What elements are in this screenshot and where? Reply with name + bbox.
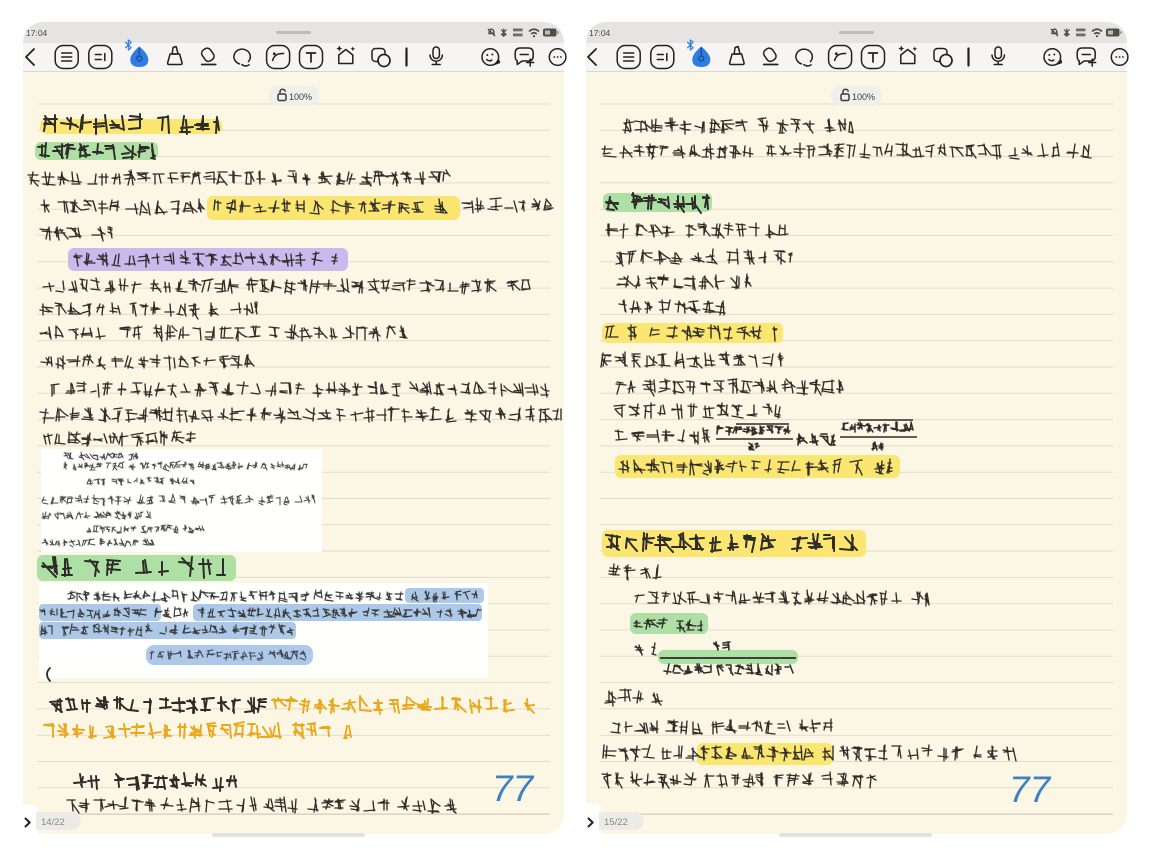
svg-text:77: 77 [492,768,535,809]
svg-text:100%: 100% [852,92,875,102]
svg-text:15/22: 15/22 [604,817,628,828]
svg-text:17:04: 17:04 [26,28,48,38]
svg-text:17:04: 17:04 [589,28,611,38]
svg-text:14/22: 14/22 [41,817,65,828]
svg-text:100%: 100% [289,92,312,102]
svg-text:77: 77 [1009,769,1052,810]
